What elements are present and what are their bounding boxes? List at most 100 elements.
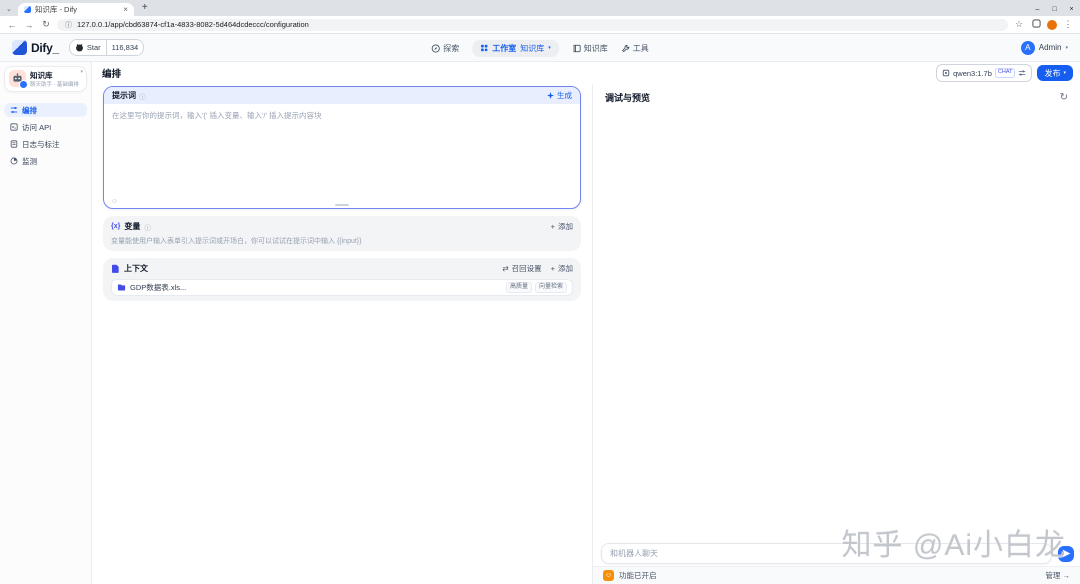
dify-header: Dify_ Star 116,834 探索 工作室 知识库 ▾ 知识库 [0, 34, 1080, 62]
dataset-method-badge: 向量检索 [535, 282, 567, 293]
chevron-down-icon: ▾ [548, 45, 551, 51]
main-header-row: 编排 qwen3:1.7b CHAT 发布 ▾ [92, 62, 1080, 84]
debug-preview-title: 调试与预览 [605, 91, 650, 104]
chevron-down-icon: ▾ [1065, 45, 1068, 51]
browser-menu-icon[interactable]: ⋮ [1062, 19, 1074, 30]
variables-icon: {x} [111, 223, 120, 230]
nav-knowledge-label: 知识库 [584, 43, 608, 54]
nav-explore-label: 探索 [443, 43, 459, 54]
variables-title: 变量 [124, 221, 140, 232]
restart-conversation-icon[interactable]: ↻ [1060, 93, 1068, 103]
header-nav: 探索 工作室 知识库 ▾ 知识库 工具 [431, 34, 649, 62]
forward-icon[interactable]: → [23, 20, 35, 30]
add-context-button[interactable]: + 添加 [551, 263, 573, 274]
browser-toolbar: ← → ↻ ⓘ 127.0.0.1/app/cbd63874-cf1a-4833… [0, 16, 1080, 34]
features-enabled-label: 功能已开启 [619, 570, 657, 581]
studio-icon [480, 44, 488, 52]
header-user[interactable]: A Admin ▾ [1021, 41, 1068, 55]
window-close-button[interactable]: × [1063, 3, 1080, 16]
sidebar-item-logs[interactable]: 日志与标注 [4, 137, 87, 151]
app-name: 知识库 [30, 71, 82, 80]
tools-icon [621, 44, 630, 53]
context-dataset-card[interactable]: GDP数据表.xls... 高质量 向量检索 [111, 279, 573, 296]
model-name: qwen3:1.7b [953, 69, 992, 78]
tab-close-icon[interactable]: × [123, 5, 128, 14]
window-maximize-button[interactable]: □ [1046, 3, 1063, 16]
github-star-count: 116,834 [106, 40, 144, 55]
prompt-title: 提示词 [112, 90, 136, 101]
app-icon [9, 70, 26, 87]
nav-item-studio-active[interactable]: 工作室 知识库 ▾ [472, 40, 559, 57]
model-params-icon[interactable] [1018, 69, 1026, 77]
back-icon[interactable]: ← [6, 20, 18, 30]
screen: ⌄ 知识库 - Dify × + – □ × ← → ↻ ⓘ 127.0.0.1… [0, 0, 1080, 584]
model-selector[interactable]: qwen3:1.7b CHAT [936, 64, 1032, 82]
user-name: Admin [1039, 43, 1062, 52]
sidebar-item-label: 日志与标注 [22, 139, 60, 150]
publish-label: 发布 [1044, 68, 1060, 79]
prompt-placeholder: 在这里写你的提示词，输入'{' 插入变量、输入'/' 插入提示内容块 [112, 110, 572, 121]
dataset-quality-badge: 高质量 [506, 282, 532, 293]
nav-studio-label: 工作室 [492, 43, 516, 54]
reload-icon[interactable]: ↻ [40, 19, 52, 30]
monitoring-icon [10, 157, 18, 165]
dataset-name: GDP数据表.xls... [130, 282, 186, 293]
window-minimize-button[interactable]: – [1029, 3, 1046, 16]
nav-current-app-label[interactable]: 知识库 [520, 43, 544, 54]
github-star-label: Star [87, 43, 101, 52]
sidebar-item-monitoring[interactable]: 监测 [4, 154, 87, 168]
chat-input[interactable] [601, 543, 1052, 564]
github-icon [75, 43, 84, 52]
dify-favicon-icon [24, 6, 31, 13]
sidebar-item-label: 编排 [22, 105, 37, 116]
plus-icon: + [551, 264, 555, 273]
dify-logo[interactable]: Dify_ [12, 40, 59, 55]
logs-icon [10, 140, 18, 148]
sidebar-menu: 编排 访问 API 日志与标注 监测 [4, 103, 87, 168]
bookmark-star-icon[interactable]: ☆ [1013, 19, 1025, 30]
features-icon: ☺ [603, 570, 614, 581]
send-button[interactable] [1058, 546, 1074, 562]
recall-settings-button[interactable]: ⇄ 召回设置 [502, 263, 541, 274]
compass-icon [431, 44, 440, 53]
browser-profile-avatar[interactable] [1047, 20, 1057, 30]
nav-item-tools[interactable]: 工具 [621, 43, 649, 54]
generate-label: 生成 [557, 90, 572, 101]
app-subtitle: 聊天助手 · 基础编排 [30, 80, 82, 88]
debug-preview-pane: 调试与预览 ↻ ☺ 功能已开启 管理 → [592, 84, 1080, 584]
sidebar: 知识库 聊天助手 · 基础编排 ▾ 编排 访问 API 日志与标注 [0, 62, 92, 584]
github-star-button[interactable]: Star 116,834 [69, 39, 144, 56]
send-plane-icon [1062, 549, 1071, 558]
page-title: 编排 [102, 66, 121, 80]
prompt-panel: 提示词 ⓘ 生成 在这里写你的提示词，输入'{' 插入变量、输入'/' 插入提示… [103, 86, 581, 209]
extensions-icon[interactable] [1030, 19, 1042, 30]
variables-description: 变量能使用户输入表单引入提示词或开场白，你可以试试在提示词中输入 {{input… [111, 236, 573, 246]
prompt-footer-icon[interactable]: ☺ [111, 198, 118, 205]
browser-tab[interactable]: 知识库 - Dify × [18, 3, 134, 16]
prompt-editor[interactable]: 在这里写你的提示词，输入'{' 插入变量、输入'/' 插入提示内容块 ☺ [104, 104, 580, 208]
tab-search-icon[interactable]: ⌄ [6, 5, 12, 13]
resize-handle[interactable] [335, 204, 349, 206]
swap-icon: ⇄ [502, 264, 508, 273]
new-tab-button[interactable]: + [142, 2, 148, 13]
chat-input-row [601, 543, 1074, 564]
nav-item-explore[interactable]: 探索 [431, 43, 459, 54]
nav-item-knowledge[interactable]: 知识库 [572, 43, 608, 54]
url-bar[interactable]: ⓘ 127.0.0.1/app/cbd63874-cf1a-4833-8082-… [57, 19, 1008, 31]
sidebar-item-api[interactable]: 访问 API [4, 120, 87, 134]
info-icon: ⓘ [139, 91, 146, 101]
sidebar-item-label: 监测 [22, 156, 37, 167]
folder-icon [117, 283, 126, 292]
info-icon: ⓘ [144, 222, 151, 232]
prompt-panel-header: 提示词 ⓘ 生成 [104, 87, 580, 104]
app-selector-card[interactable]: 知识库 聊天助手 · 基础编排 ▾ [4, 66, 87, 92]
add-variable-button[interactable]: + 添加 [551, 221, 573, 232]
generate-prompt-button[interactable]: 生成 [547, 90, 572, 101]
context-doc-icon [111, 264, 120, 273]
publish-button[interactable]: 发布 ▾ [1037, 65, 1073, 81]
url-text: 127.0.0.1/app/cbd63874-cf1a-4833-8082-5d… [77, 20, 309, 29]
user-avatar[interactable]: A [1021, 41, 1035, 55]
site-info-icon[interactable]: ⓘ [65, 20, 72, 30]
sidebar-item-orchestrate[interactable]: 编排 [4, 103, 87, 117]
manage-features-button[interactable]: 管理 → [1045, 570, 1070, 581]
